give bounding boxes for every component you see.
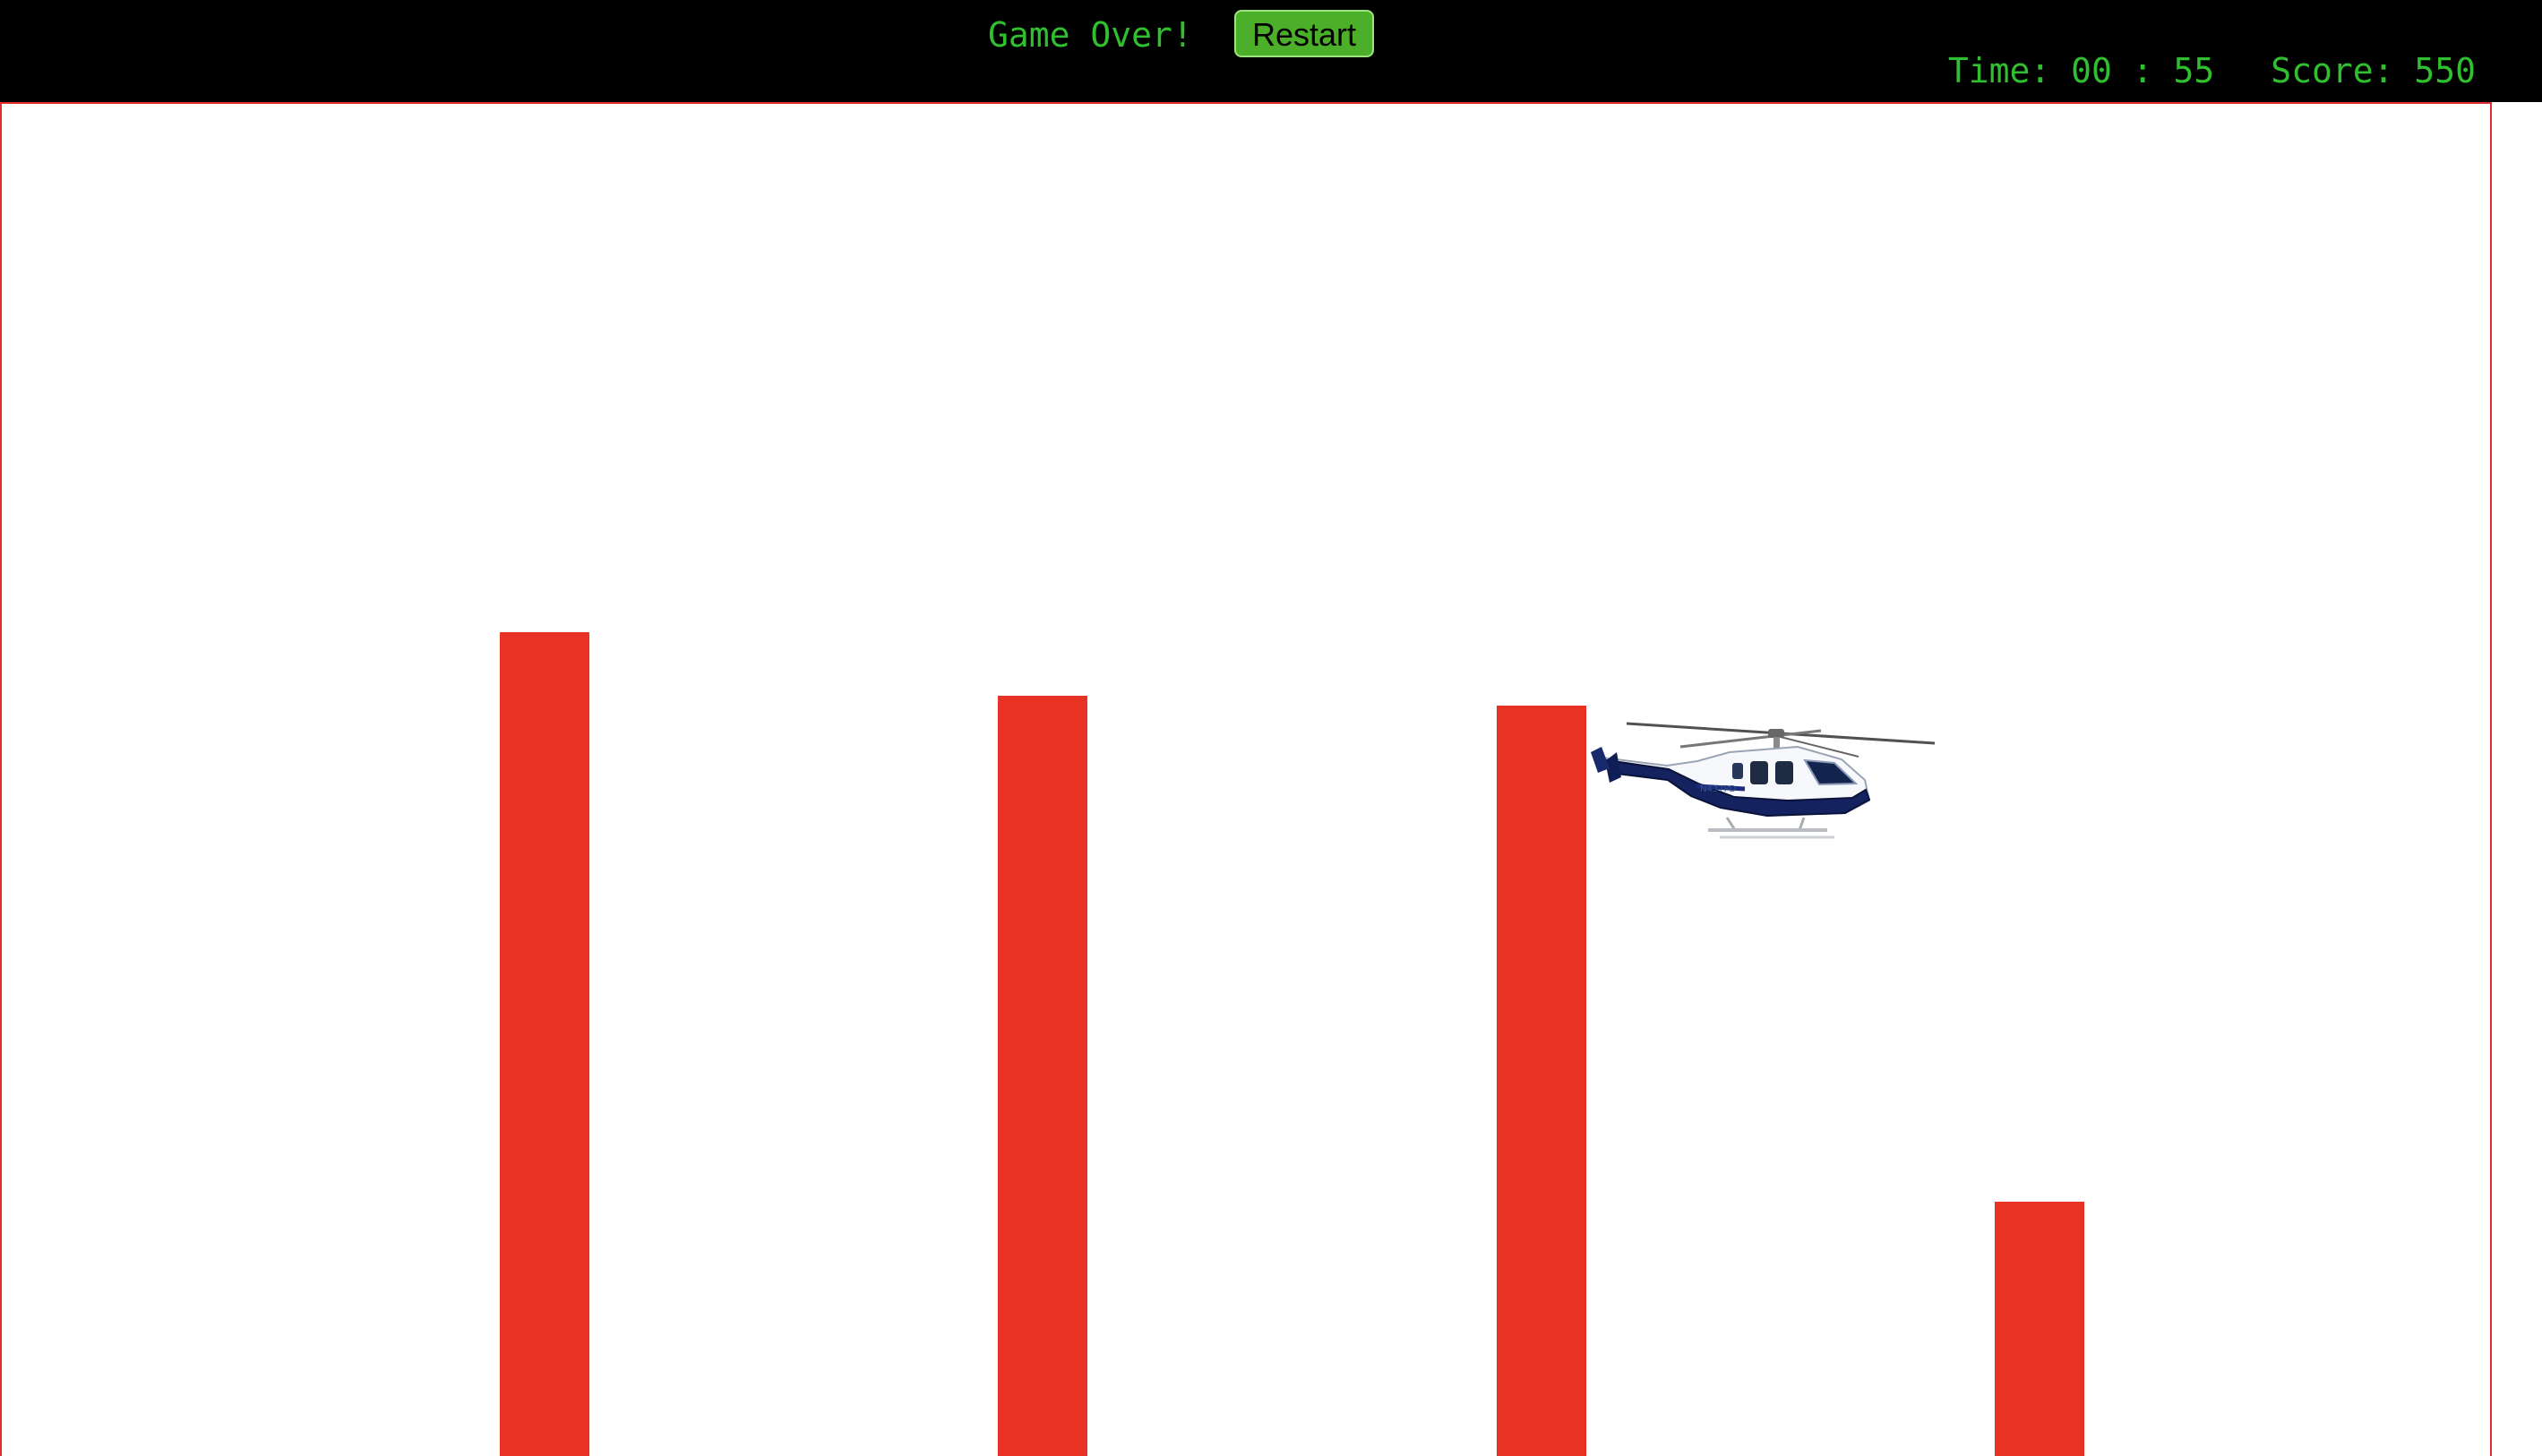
time-label: Time: bbox=[1947, 51, 2051, 90]
obstacle-column bbox=[998, 696, 1087, 1456]
time-display: Time: 00 : 55 bbox=[1948, 51, 2235, 90]
obstacle-column bbox=[1995, 1202, 2084, 1456]
obstacle-column bbox=[1497, 706, 1586, 1456]
helicopter-skids bbox=[1708, 817, 1834, 839]
restart-button[interactable]: Restart bbox=[1234, 10, 1374, 57]
stats-panel: Time: 00 : 55 Score: 550 bbox=[1948, 48, 2476, 93]
time-value: 00 : 55 bbox=[2071, 51, 2215, 90]
game-over-text: Game Over! bbox=[988, 15, 1193, 55]
top-bar: Game Over! Restart Time: 00 : 55 Score: … bbox=[0, 0, 2542, 102]
helicopter-body: N437PD bbox=[1591, 745, 1871, 818]
helicopter-icon: N437PD bbox=[1591, 722, 1936, 839]
svg-text:N437PD: N437PD bbox=[1700, 784, 1737, 794]
obstacle-column bbox=[500, 632, 589, 1456]
score-label: Score: bbox=[2271, 51, 2394, 90]
score-display: Score: 550 bbox=[2271, 51, 2476, 90]
score-value: 550 bbox=[2414, 51, 2476, 90]
game-area[interactable]: N437PD bbox=[0, 102, 2492, 1456]
